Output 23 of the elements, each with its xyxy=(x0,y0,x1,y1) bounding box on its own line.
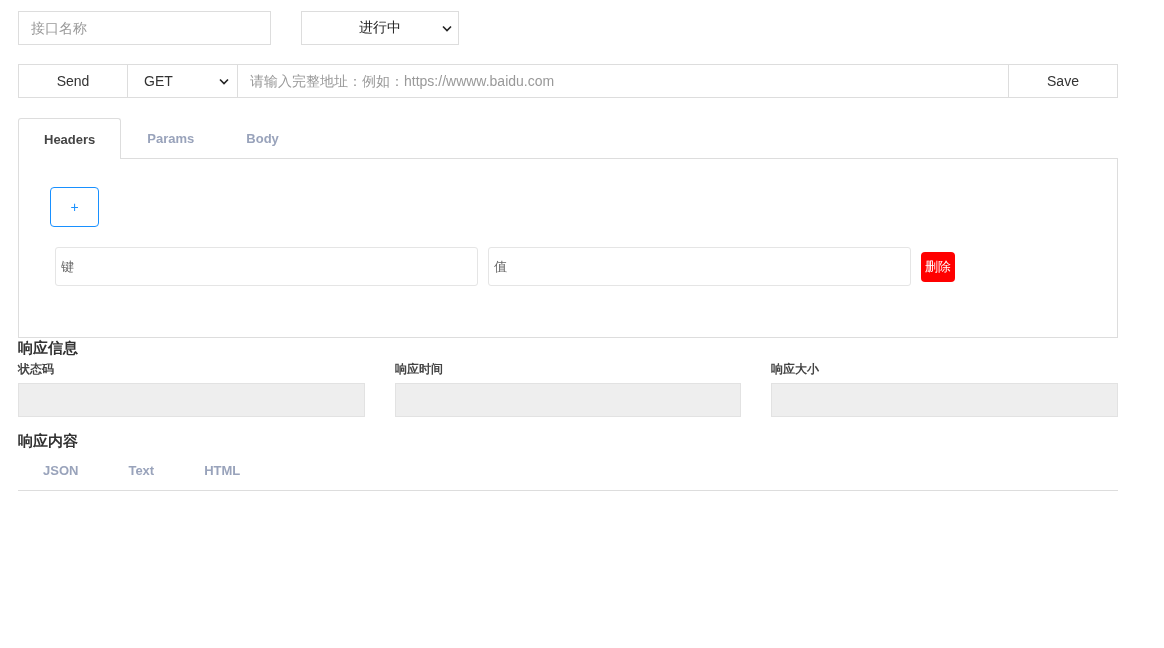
key-field[interactable]: 键 xyxy=(55,247,478,286)
send-button[interactable]: Send xyxy=(18,64,128,98)
chevron-down-icon xyxy=(442,25,452,32)
tab[interactable]: Headers xyxy=(18,118,122,159)
status-select[interactable]: 进行中 xyxy=(301,11,459,45)
field-label: 状态码 xyxy=(18,361,54,377)
tab[interactable]: HTML xyxy=(179,456,266,490)
field-label: 响应大小 xyxy=(771,361,820,377)
value-field[interactable]: 值 xyxy=(488,247,911,286)
add-button[interactable]: + xyxy=(50,187,99,227)
save-button[interactable]: Save xyxy=(1008,64,1118,98)
url-field[interactable]: 请输入完整地址：例如：https://wwww.baidu.com xyxy=(238,64,1008,98)
tab[interactable]: Body xyxy=(220,118,305,158)
section-title: 响应内容 xyxy=(18,432,78,449)
method-select[interactable]: GET xyxy=(128,64,238,98)
tab[interactable]: Params xyxy=(121,118,221,158)
chevron-down-icon xyxy=(219,77,229,85)
field-label: 响应时间 xyxy=(394,361,443,377)
tab[interactable]: Text xyxy=(103,456,180,490)
section-title: 响应信息 xyxy=(18,339,78,356)
name-field[interactable]: 接口名称 xyxy=(18,11,271,45)
delete-button[interactable]: 删除 xyxy=(921,251,955,282)
tab[interactable]: JSON xyxy=(18,456,104,490)
